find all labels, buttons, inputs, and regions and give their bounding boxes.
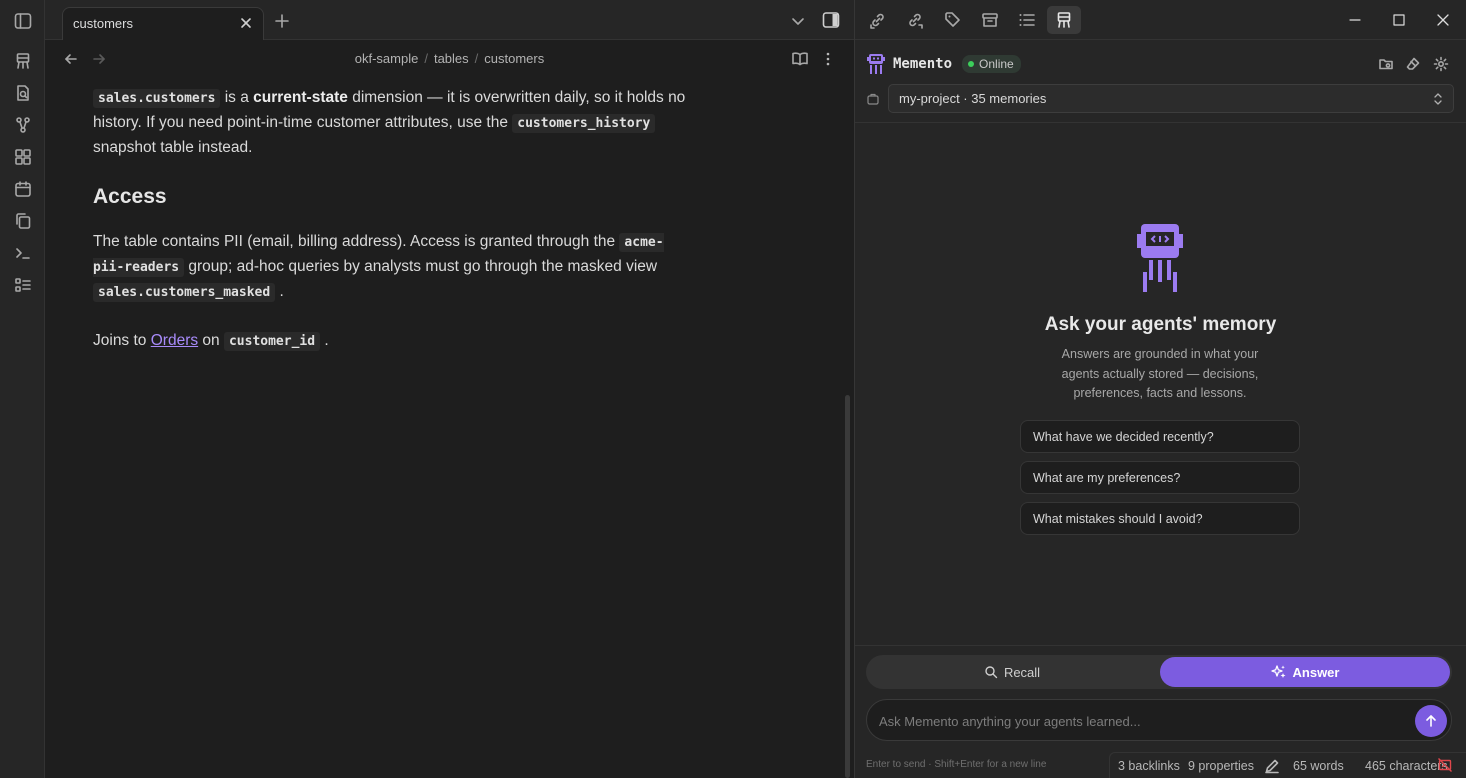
paragraph: Joins to Orders on customer_id . <box>93 332 329 351</box>
right-sidebar-toggle-icon[interactable] <box>820 9 842 31</box>
online-dot-icon <box>968 61 975 67</box>
memento-header: Memento Online <box>867 52 1021 76</box>
character-count: 465 characters <box>1365 759 1448 773</box>
left-ribbon <box>0 0 45 778</box>
status-bar: 3 backlinks 9 properties 65 words 465 ch… <box>1109 752 1466 778</box>
tab-list-chevron-icon[interactable] <box>787 10 809 32</box>
search-file-icon[interactable] <box>12 82 34 104</box>
divider <box>855 122 1466 123</box>
answer-mode-button[interactable]: Answer <box>1160 657 1450 687</box>
recall-mode-button[interactable]: Recall <box>866 655 1158 689</box>
project-icon <box>862 88 884 110</box>
backlinks-icon[interactable] <box>867 9 889 31</box>
list-checks-icon[interactable] <box>12 274 34 296</box>
canvas-icon[interactable] <box>12 146 34 168</box>
document-scrollbar[interactable] <box>845 395 850 778</box>
sidebar-toggle-icon[interactable] <box>12 10 34 32</box>
empty-state-description: Answers are grounded in what your agents… <box>1061 347 1259 400</box>
right-sidebar-tabs <box>855 0 1466 40</box>
archive-icon[interactable] <box>979 9 1001 31</box>
status-badge: Online <box>962 55 1021 73</box>
folder-search-icon[interactable] <box>1375 53 1397 75</box>
ask-input-box <box>866 699 1452 741</box>
tab-customers[interactable]: customers <box>62 7 264 40</box>
paragraph: sales.customers is a current-state dimen… <box>93 89 686 156</box>
send-button[interactable] <box>1415 705 1447 737</box>
minimize-icon[interactable] <box>1347 12 1363 28</box>
project-select[interactable]: my-project · 35 memories <box>888 84 1454 113</box>
document-content[interactable]: sales.customers is a current-state dimen… <box>93 86 693 378</box>
outgoing-links-icon[interactable] <box>904 9 926 31</box>
arrow-up-icon <box>1426 715 1436 727</box>
inline-code: customers_history <box>512 114 656 133</box>
terminal-icon[interactable] <box>12 242 34 264</box>
search-icon <box>984 665 998 679</box>
backlinks-count[interactable]: 3 backlinks <box>1118 759 1180 773</box>
suggestion-chip[interactable]: What mistakes should I avoid? <box>1020 502 1300 535</box>
empty-state-title: Ask your agents' memory <box>1044 314 1277 335</box>
maximize-icon[interactable] <box>1391 12 1407 28</box>
sparkles-icon <box>1270 664 1287 680</box>
tags-icon[interactable] <box>942 9 964 31</box>
breadcrumb-item[interactable]: tables <box>434 51 469 66</box>
memento-panel: Memento Online my-project · 35 memories … <box>855 40 1466 778</box>
edit-pencil-icon[interactable] <box>1264 758 1280 774</box>
paragraph: The table contains PII (email, billing a… <box>93 233 664 302</box>
input-hint: Enter to send · Shift+Enter for a new li… <box>866 759 1047 770</box>
memento-title: Memento <box>893 56 953 72</box>
ask-input[interactable] <box>879 711 1399 731</box>
outline-icon[interactable] <box>1016 9 1038 31</box>
tab-title: customers <box>73 16 133 31</box>
breadcrumb-item[interactable]: customers <box>484 51 544 66</box>
memento-tab-icon[interactable] <box>1047 6 1081 34</box>
view-header: okf-sample / tables / customers <box>45 40 854 78</box>
close-tab-icon[interactable] <box>239 16 253 30</box>
copy-pages-icon[interactable] <box>12 210 34 232</box>
close-window-icon[interactable] <box>1435 12 1451 28</box>
more-options-icon[interactable] <box>817 48 839 70</box>
settings-gear-icon[interactable] <box>1430 53 1452 75</box>
properties-count[interactable]: 9 properties <box>1188 759 1254 773</box>
graph-icon[interactable] <box>12 114 34 136</box>
tab-bar: customers <box>45 0 854 40</box>
section-heading: Access <box>93 185 167 208</box>
new-tab-icon[interactable] <box>271 10 293 32</box>
suggestion-chip[interactable]: What have we decided recently? <box>1020 420 1300 453</box>
orders-link[interactable]: Orders <box>151 332 198 349</box>
word-count: 65 words <box>1293 759 1344 773</box>
breadcrumb: okf-sample / tables / customers <box>354 51 545 66</box>
mode-toggle: Recall Answer <box>866 655 1452 689</box>
memento-mascot-icon <box>1135 222 1185 294</box>
reading-view-icon[interactable] <box>789 48 811 70</box>
breadcrumb-item[interactable]: okf-sample <box>355 51 419 66</box>
calendar-icon[interactable] <box>12 178 34 200</box>
sync-error-icon[interactable] <box>1437 757 1453 773</box>
divider <box>855 645 1466 646</box>
memento-ribbon-icon[interactable] <box>12 50 34 72</box>
updown-chevron-icon <box>1431 91 1445 107</box>
bold-text: current-state <box>253 89 348 106</box>
memento-logo-icon <box>867 53 885 75</box>
inline-code: sales.customers_masked <box>93 283 276 302</box>
project-select-value: my-project · 35 memories <box>899 91 1047 106</box>
inline-code: sales.customers <box>93 89 221 108</box>
eraser-icon[interactable] <box>1402 53 1424 75</box>
suggestion-chip[interactable]: What are my preferences? <box>1020 461 1300 494</box>
inline-code: customer_id <box>223 332 321 351</box>
